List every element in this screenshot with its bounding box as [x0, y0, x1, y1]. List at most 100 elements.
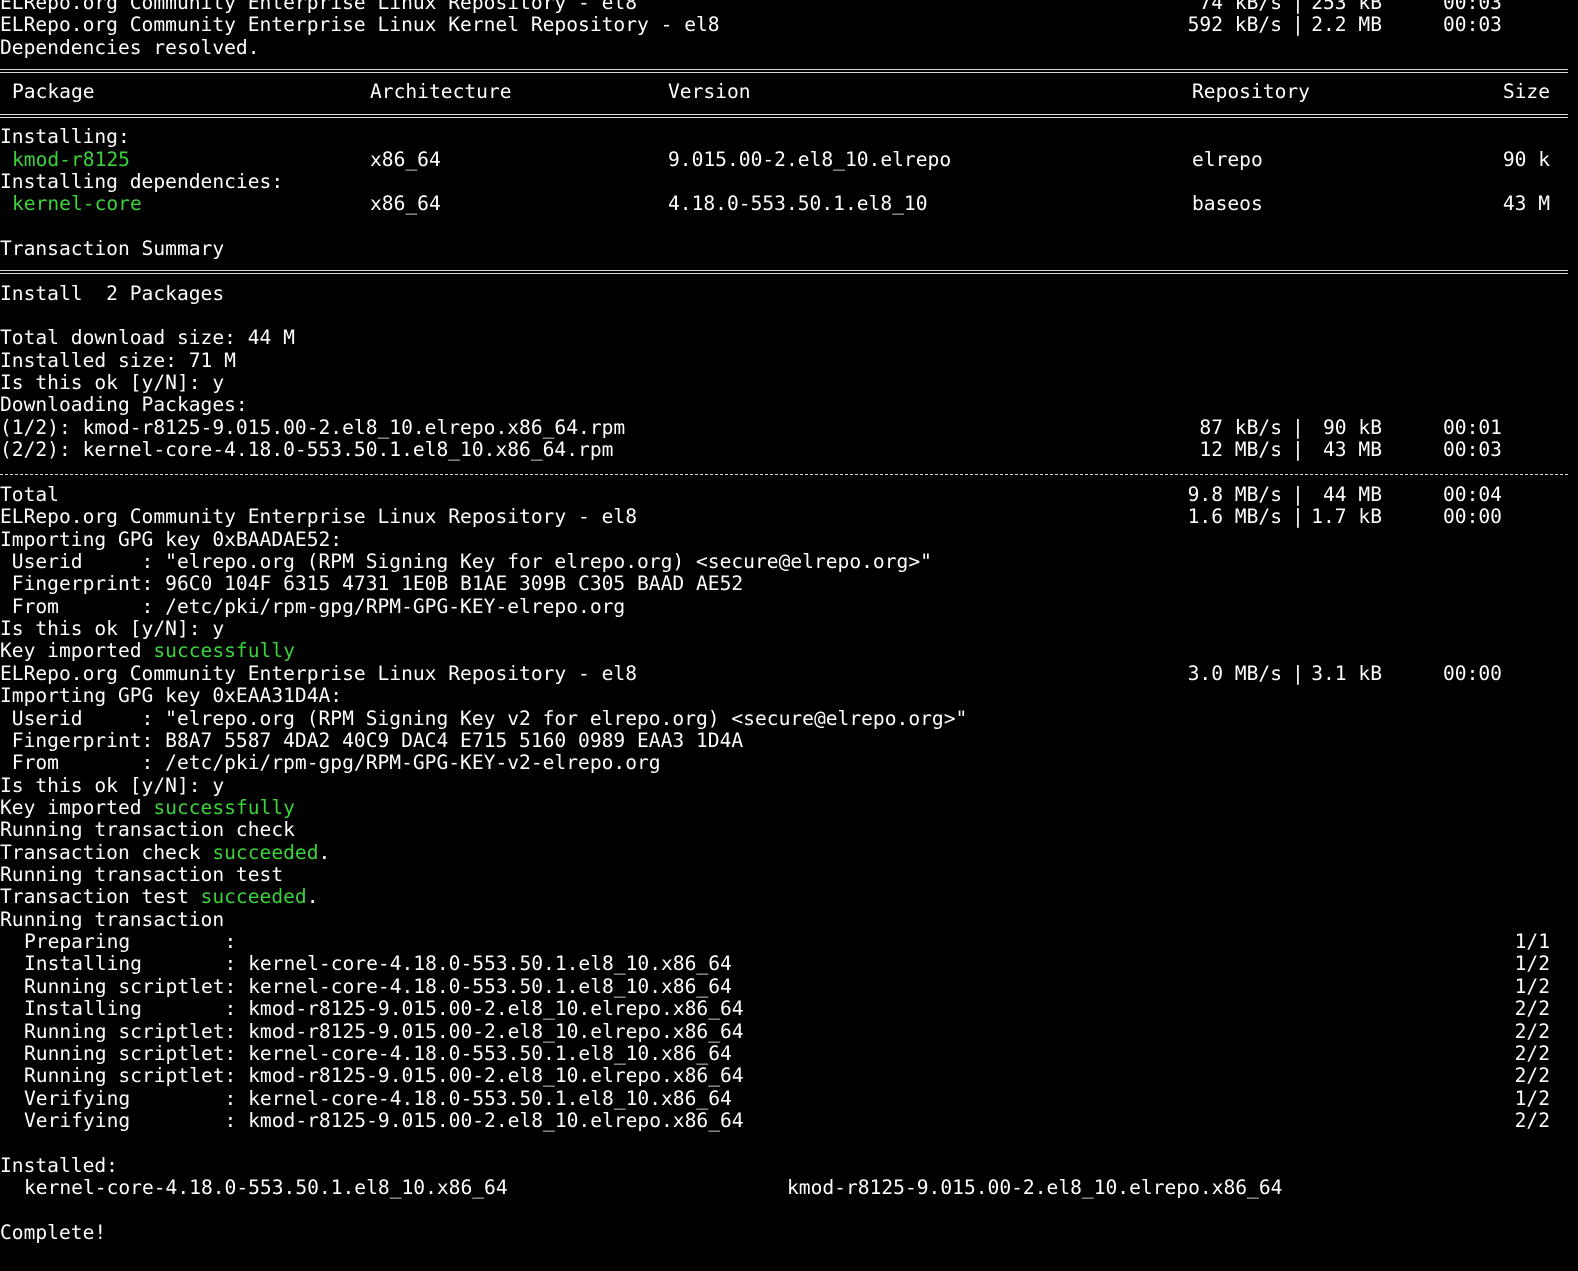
download-rate: 592 kB/s — [1187, 13, 1282, 37]
running-test: Running transaction test — [0, 863, 284, 887]
package-version: 4.18.0-553.50.1.el8_10 — [668, 192, 928, 216]
downloading-line: Downloading Packages: — [0, 393, 1568, 417]
installing-label: Installing: — [0, 125, 130, 149]
gpg-userid-line: Userid : "elrepo.org (RPM Signing Key v2… — [0, 707, 1568, 730]
deps-resolved-text: Dependencies resolved. — [0, 35, 260, 59]
step-text: Running scriptlet: kmod-r8125-9.015.00-2… — [24, 1019, 744, 1043]
transaction-step: Installing : kmod-r8125-9.015.00-2.el8_1… — [0, 997, 1568, 1021]
download-rate: 3.0 MB/s — [1187, 661, 1282, 685]
download-time: 00:03 — [1443, 0, 1502, 14]
gpg-fingerprint: Fingerprint: B8A7 5587 4DA2 40C9 DAC4 E7… — [0, 728, 744, 752]
separator-pipe: | — [1292, 661, 1304, 685]
gpg-userid-line: Userid : "elrepo.org (RPM Signing Key fo… — [0, 549, 1568, 573]
installing-label-line: Installing: — [0, 125, 1568, 149]
prompt-line: Is this ok [y/N]: y — [0, 774, 1568, 797]
check-line: Running transaction check — [0, 818, 1568, 841]
install-count: Install 2 Packages — [0, 281, 225, 305]
running-transaction: Running transaction — [0, 907, 225, 931]
download-time: 00:04 — [1443, 482, 1502, 506]
terminal-output: ELRepo.org Community Enterprise Linux Re… — [0, 0, 1568, 1244]
total-label: Total — [0, 482, 59, 506]
repo-metadata-line: ELRepo.org Community Enterprise Linux Re… — [0, 505, 1568, 529]
step-count: 2/2 — [1514, 1108, 1550, 1132]
confirm-prompt: Is this ok [y/N]: y — [0, 617, 225, 641]
gpg-userid: Userid : "elrepo.org (RPM Signing Key fo… — [0, 549, 932, 573]
download-amount: 3.1 kB — [1311, 661, 1382, 685]
gpg-from: From : /etc/pki/rpm-gpg/RPM-GPG-KEY-v2-e… — [0, 751, 661, 775]
package-repo: baseos — [1192, 192, 1263, 216]
step-count: 2/2 — [1514, 1041, 1550, 1065]
header-repository: Repository — [1192, 80, 1310, 104]
package-arch: x86_64 — [370, 192, 441, 216]
header-architecture: Architecture — [370, 80, 512, 104]
transaction-step: Preparing : 1/1 — [0, 930, 1568, 954]
step-text: Installing : kmod-r8125-9.015.00-2.el8_1… — [24, 997, 744, 1021]
separator-pipe: | — [1292, 415, 1304, 439]
dashed-separator — [0, 462, 1568, 484]
download-amount: 2.2 MB — [1311, 13, 1382, 37]
download-amount: 1.7 kB — [1311, 505, 1382, 529]
download-time: 00:00 — [1443, 661, 1502, 685]
total-download-size: Total download size: 44 M — [0, 326, 295, 350]
installed-size: Installed size: 71 M — [0, 348, 236, 372]
download-time: 00:01 — [1443, 415, 1502, 439]
transaction-step: Running scriptlet: kernel-core-4.18.0-55… — [0, 1041, 1568, 1065]
separator-pipe: | — [1292, 505, 1304, 529]
download-line: (2/2): kernel-core-4.18.0-553.50.1.el8_1… — [0, 438, 1568, 462]
gpg-importing: Importing GPG key 0xEAA31D4A: — [0, 684, 343, 708]
double-separator — [0, 260, 1568, 282]
key-imported-line: Key imported successfully — [0, 640, 1568, 663]
prompt-line: Is this ok [y/N]: y — [0, 371, 1568, 395]
gpg-fingerprint-line: Fingerprint: B8A7 5587 4DA2 40C9 DAC4 E7… — [0, 728, 1568, 752]
package-name: kmod-r8125 — [12, 147, 130, 171]
gpg-fingerprint-line: Fingerprint: 96C0 104F 6315 4731 1E0B B1… — [0, 572, 1568, 596]
download-rate: 87 kB/s — [1199, 415, 1282, 439]
installed-label: Installed: — [0, 1153, 118, 1177]
download-amount: 90 kB — [1323, 415, 1382, 439]
step-count: 2/2 — [1514, 997, 1550, 1021]
package-repo: elrepo — [1192, 147, 1263, 171]
confirm-prompt: Is this ok [y/N]: y — [0, 371, 225, 395]
deps-resolved-line: Dependencies resolved. — [0, 35, 1568, 59]
test-line: Running transaction test — [0, 863, 1568, 887]
download-line: (1/2): kmod-r8125-9.015.00-2.el8_10.elre… — [0, 415, 1568, 439]
header-version: Version — [668, 80, 751, 104]
total-download-line: Total download size: 44 M — [0, 326, 1568, 350]
test-result-line: Transaction test succeeded. — [0, 886, 1568, 909]
deps-label-line: Installing dependencies: — [0, 169, 1568, 193]
installed-packages-line: kernel-core-4.18.0-553.50.1.el8_10.x86_6… — [0, 1176, 1568, 1200]
header-package: Package — [12, 80, 95, 104]
transaction-step: Verifying : kernel-core-4.18.0-553.50.1.… — [0, 1087, 1568, 1110]
downloading-label: Downloading Packages: — [0, 393, 248, 417]
installed-package: kernel-core-4.18.0-553.50.1.el8_10.x86_6… — [24, 1176, 508, 1200]
gpg-importing: Importing GPG key 0xBAADAE52: — [0, 527, 343, 551]
check-result-line: Transaction check succeeded. — [0, 841, 1568, 864]
table-row: kernel-core x86_64 4.18.0-553.50.1.el8_1… — [0, 192, 1568, 216]
step-count: 2/2 — [1514, 1064, 1550, 1088]
step-text: Installing : kernel-core-4.18.0-553.50.1… — [24, 952, 732, 976]
step-text: Running scriptlet: kernel-core-4.18.0-55… — [24, 974, 732, 998]
transaction-step: Verifying : kmod-r8125-9.015.00-2.el8_10… — [0, 1108, 1568, 1132]
complete-text: Complete! — [0, 1220, 107, 1244]
download-rate: 12 MB/s — [1199, 438, 1282, 462]
table-row: kmod-r8125 x86_64 9.015.00-2.el8_10.elre… — [0, 147, 1568, 171]
download-file: (1/2): kmod-r8125-9.015.00-2.el8_10.elre… — [0, 415, 626, 439]
deps-label: Installing dependencies: — [0, 169, 284, 193]
key-imported-text: Key imported — [0, 795, 154, 819]
repo-name: ELRepo.org Community Enterprise Linux Re… — [0, 505, 638, 529]
separator-pipe: | — [1292, 0, 1304, 14]
package-size: 43 M — [1502, 192, 1550, 216]
running-transaction-line: Running transaction — [0, 907, 1568, 931]
repo-metadata-line: ELRepo.org Community Enterprise Linux Ke… — [0, 13, 1568, 37]
download-file: (2/2): kernel-core-4.18.0-553.50.1.el8_1… — [0, 438, 614, 462]
download-rate: 1.6 MB/s — [1187, 505, 1282, 529]
step-count: 1/1 — [1514, 930, 1550, 954]
step-text: Running scriptlet: kmod-r8125-9.015.00-2… — [24, 1064, 744, 1088]
download-time: 00:03 — [1443, 438, 1502, 462]
separator-pipe: | — [1292, 13, 1304, 37]
step-count: 1/2 — [1514, 974, 1550, 998]
gpg-fingerprint: Fingerprint: 96C0 104F 6315 4731 1E0B B1… — [0, 572, 744, 596]
install-count-line: Install 2 Packages — [0, 281, 1568, 305]
double-separator — [0, 59, 1568, 81]
